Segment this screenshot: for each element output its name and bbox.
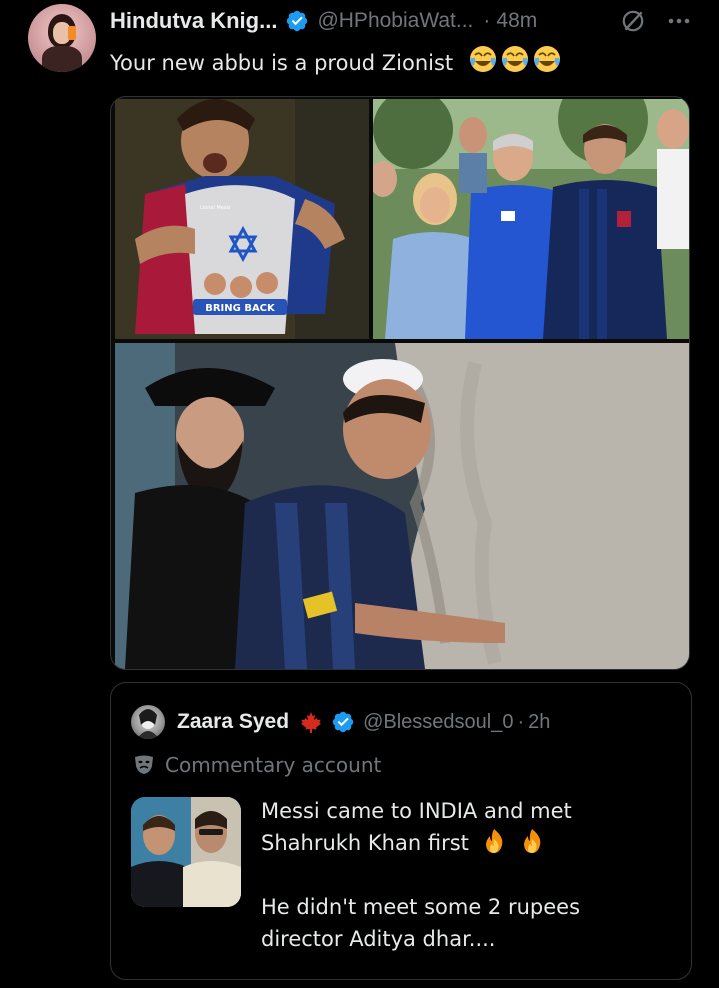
tears-of-joy-emoji-icon xyxy=(469,46,496,72)
verified-badge-icon[interactable] xyxy=(331,710,355,734)
tears-of-joy-emoji-icon xyxy=(501,46,528,72)
photo-2-illustration xyxy=(373,99,689,339)
quote-separator: · xyxy=(517,710,525,733)
quote-thumbnail[interactable] xyxy=(131,797,241,907)
verified-badge-icon[interactable] xyxy=(285,9,309,33)
author-name[interactable]: Hindutva Knig... xyxy=(110,8,277,34)
quote-text-line-1: Messi came to INDIA and met xyxy=(261,799,572,823)
media-photo-2[interactable] xyxy=(373,99,689,339)
brand-text: Lionel Messi xyxy=(200,205,230,211)
photo-3-illustration xyxy=(115,343,689,669)
theater-masks-icon xyxy=(135,755,153,774)
quote-text-line-4: director Aditya dhar.... xyxy=(261,927,496,951)
media-photo-1[interactable]: BRING BACK Lionel Messi xyxy=(115,99,369,339)
photo-1-illustration: BRING BACK Lionel Messi xyxy=(115,99,369,339)
quote-author-avatar[interactable] xyxy=(131,705,165,739)
header-separator: · xyxy=(483,9,491,32)
author-handle[interactable]: @HPhobiaWat... xyxy=(317,9,473,33)
quoted-tweet[interactable]: Zaara Syed @Blessedsoul_0 · 2h Commentar… xyxy=(110,682,692,980)
emoji-group xyxy=(468,44,562,74)
quote-text-line-2: Shahrukh Khan first xyxy=(261,831,469,855)
shirt-text: BRING BACK xyxy=(205,303,276,314)
tears-of-joy-emoji-icon xyxy=(533,46,560,72)
quote-author-name[interactable]: Zaara Syed xyxy=(177,710,289,734)
tweet-text-body: Your new abbu is a proud Zionist xyxy=(110,51,454,75)
quote-text: Messi came to INDIA and met Shahrukh Kha… xyxy=(261,795,673,955)
more-icon[interactable] xyxy=(666,11,692,31)
author-avatar[interactable] xyxy=(28,4,96,72)
quote-header: Zaara Syed @Blessedsoul_0 · 2h xyxy=(177,707,550,737)
tweet-text: Your new abbu is a proud Zionist xyxy=(110,44,562,75)
quote-author-handle[interactable]: @Blessedsoul_0 xyxy=(363,711,513,734)
commentary-label: Commentary account xyxy=(133,753,381,777)
commentary-label-text: Commentary account xyxy=(165,753,382,777)
fire-emoji-icon xyxy=(524,829,541,853)
quote-time[interactable]: 2h xyxy=(528,711,550,734)
tweet-time[interactable]: 48m xyxy=(496,9,537,33)
fire-emoji-icon xyxy=(485,829,502,853)
tweet-media-grid: BRING BACK Lionel Messi xyxy=(110,96,690,670)
media-photo-3[interactable] xyxy=(115,343,689,669)
tweet: Hindutva Knig... @HPhobiaWat... · 48m Yo… xyxy=(0,0,719,988)
maple-leaf-icon xyxy=(301,712,322,733)
grok-icon[interactable] xyxy=(620,8,646,34)
quote-text-line-3: He didn't meet some 2 rupees xyxy=(261,895,581,919)
tweet-header: Hindutva Knig... @HPhobiaWat... · 48m xyxy=(110,6,537,36)
